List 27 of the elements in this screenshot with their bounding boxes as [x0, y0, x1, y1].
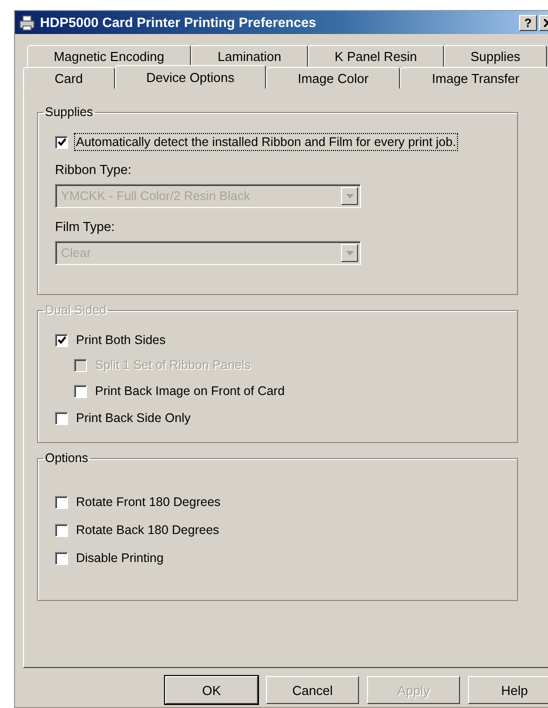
tab[interactable]: Magnetic Encoding [27, 45, 191, 67]
tab[interactable]: Device Options [114, 65, 266, 89]
checkbox-label[interactable]: Disable Printing [74, 549, 166, 567]
tab[interactable]: Card [23, 67, 115, 89]
checkbox[interactable] [55, 524, 68, 536]
dialog-button[interactable]: Help [468, 676, 548, 704]
tab[interactable]: Image Color [266, 67, 400, 89]
window-title: HDP5000 Card Printer Printing Preferences [40, 15, 316, 30]
checkbox-label[interactable]: Rotate Back 180 Degrees [74, 521, 222, 539]
checkbox-label[interactable]: Automatically detect the installed Ribbon and Film for every print job. [74, 133, 458, 151]
tab[interactable]: Supplies [444, 45, 548, 67]
tab[interactable]: Lamination [190, 45, 308, 67]
field-label: Ribbon Type: [55, 162, 132, 177]
checkbox[interactable] [55, 496, 68, 508]
tab[interactable]: K Panel Resin [308, 45, 444, 67]
group-title: Dual Sided [44, 303, 108, 317]
checkbox-label[interactable]: Rotate Front 180 Degrees [74, 493, 223, 511]
group-title: Options [44, 451, 90, 465]
help-button[interactable]: ? [519, 14, 537, 30]
group-title: Supplies [44, 105, 94, 119]
field-label: Film Type: [55, 219, 116, 234]
checkbox[interactable] [55, 552, 68, 564]
dialog-button[interactable]: Cancel [266, 676, 359, 704]
checkbox[interactable] [55, 136, 68, 148]
tab[interactable]: Image Transfer [400, 67, 548, 89]
printer-icon [19, 14, 35, 30]
dialog-button[interactable]: OK [165, 676, 258, 704]
